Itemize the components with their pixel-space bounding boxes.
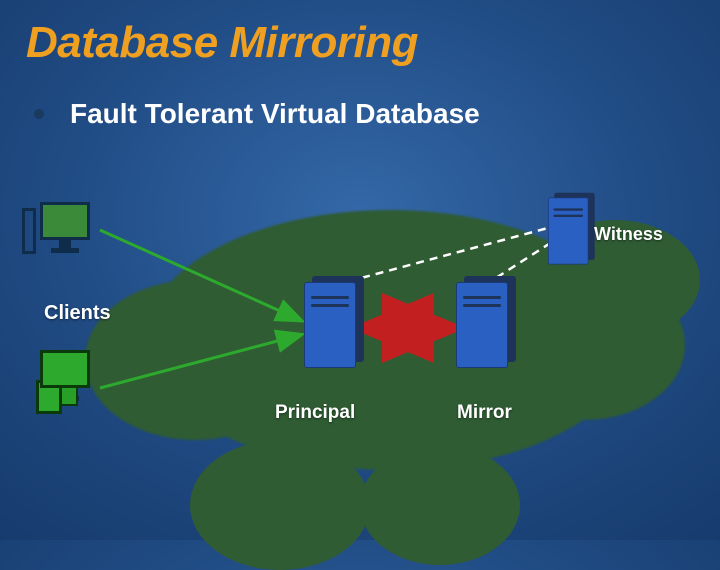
clients-label: Clients [44, 302, 111, 325]
principal-label: Principal [275, 402, 355, 424]
cloud-shape [360, 445, 520, 565]
witness-server-icon [548, 197, 590, 264]
diagram-area: Witness Principal Mirror Clients [0, 170, 720, 530]
principal-server-icon [304, 282, 358, 368]
client-computer-icon [40, 350, 90, 401]
bullet-marker [34, 109, 44, 119]
witness-label: Witness [594, 224, 663, 245]
bullet-item: Fault Tolerant Virtual Database [0, 68, 720, 130]
slide-title: Database Mirroring [0, 0, 720, 68]
mirror-server-icon [456, 282, 510, 368]
mirror-label: Mirror [457, 402, 512, 424]
cloud-shape [190, 440, 370, 570]
bullet-text: Fault Tolerant Virtual Database [70, 98, 480, 130]
client-computer-icon [40, 202, 90, 253]
